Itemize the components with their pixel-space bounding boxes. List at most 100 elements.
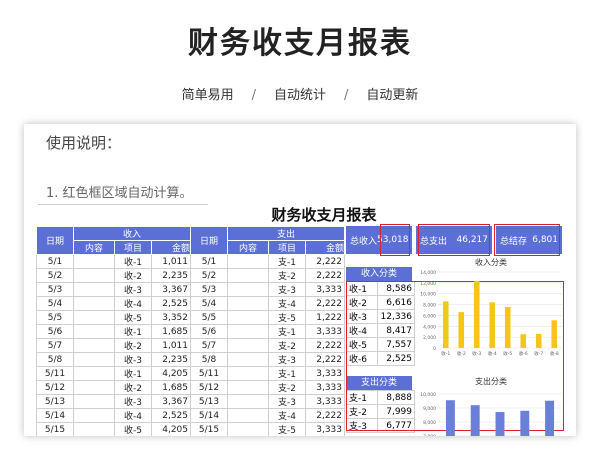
row-item-cell[interactable]: 支-3 <box>268 282 306 297</box>
row-date-cell[interactable]: 5/14 <box>36 408 74 423</box>
row-desc-cell[interactable] <box>227 408 269 423</box>
row-item-cell[interactable]: 支-2 <box>268 338 306 353</box>
row-amount-cell[interactable]: 1,685 <box>151 324 191 339</box>
row-date-cell[interactable]: 5/14 <box>190 408 228 423</box>
row-item-cell[interactable]: 收-2 <box>114 268 152 283</box>
row-desc-cell[interactable] <box>227 394 269 409</box>
row-item-cell[interactable]: 收-3 <box>114 352 152 367</box>
row-item-cell[interactable]: 支-3 <box>268 352 306 367</box>
row-desc-cell[interactable] <box>73 366 115 381</box>
row-desc-cell[interactable] <box>73 310 115 325</box>
row-amount-cell[interactable]: 2,525 <box>151 296 191 311</box>
row-item-cell[interactable]: 收-5 <box>114 422 152 436</box>
row-item-cell[interactable]: 收-2 <box>114 338 152 353</box>
row-desc-cell[interactable] <box>73 338 115 353</box>
row-amount-cell[interactable]: 3,333 <box>305 422 345 436</box>
row-date-cell[interactable]: 5/11 <box>190 366 228 381</box>
row-date-cell[interactable]: 5/6 <box>36 324 74 339</box>
row-desc-cell[interactable] <box>73 268 115 283</box>
row-amount-cell[interactable]: 2,222 <box>305 268 345 283</box>
row-item-cell[interactable]: 支-1 <box>268 254 306 269</box>
row-desc-cell[interactable] <box>73 408 115 423</box>
row-date-cell[interactable]: 5/11 <box>36 366 74 381</box>
row-desc-cell[interactable] <box>227 296 269 311</box>
row-date-cell[interactable]: 5/15 <box>190 422 228 436</box>
row-date-cell[interactable]: 5/3 <box>190 282 228 297</box>
row-date-cell[interactable]: 5/12 <box>190 380 228 395</box>
row-desc-cell[interactable] <box>73 394 115 409</box>
row-date-cell[interactable]: 5/2 <box>190 268 228 283</box>
row-date-cell[interactable]: 5/7 <box>36 338 74 353</box>
row-item-cell[interactable]: 支-5 <box>268 310 306 325</box>
row-desc-cell[interactable] <box>73 324 115 339</box>
row-desc-cell[interactable] <box>227 268 269 283</box>
row-date-cell[interactable]: 5/4 <box>190 296 228 311</box>
row-amount-cell[interactable]: 2,222 <box>305 254 345 269</box>
row-date-cell[interactable]: 5/8 <box>36 352 74 367</box>
row-amount-cell[interactable]: 1,685 <box>151 380 191 395</box>
row-desc-cell[interactable] <box>73 296 115 311</box>
row-item-cell[interactable]: 支-1 <box>268 366 306 381</box>
row-amount-cell[interactable]: 3,367 <box>151 394 191 409</box>
row-date-cell[interactable]: 5/7 <box>190 338 228 353</box>
row-desc-cell[interactable] <box>73 254 115 269</box>
row-desc-cell[interactable] <box>73 380 115 395</box>
row-date-cell[interactable]: 5/6 <box>190 324 228 339</box>
row-amount-cell[interactable]: 4,205 <box>151 422 191 436</box>
row-item-cell[interactable]: 收-1 <box>114 366 152 381</box>
row-item-cell[interactable]: 支-2 <box>268 380 306 395</box>
row-desc-cell[interactable] <box>227 324 269 339</box>
row-date-cell[interactable]: 5/4 <box>36 296 74 311</box>
row-date-cell[interactable]: 5/15 <box>36 422 74 436</box>
row-desc-cell[interactable] <box>227 422 269 436</box>
row-amount-cell[interactable]: 1,011 <box>151 254 191 269</box>
row-date-cell[interactable]: 5/1 <box>36 254 74 269</box>
row-desc-cell[interactable] <box>73 352 115 367</box>
row-amount-cell[interactable]: 4,205 <box>151 366 191 381</box>
row-item-cell[interactable]: 支-1 <box>268 324 306 339</box>
row-date-cell[interactable]: 5/13 <box>36 394 74 409</box>
row-item-cell[interactable]: 支-2 <box>268 268 306 283</box>
row-date-cell[interactable]: 5/13 <box>190 394 228 409</box>
row-amount-cell[interactable]: 3,333 <box>305 282 345 297</box>
row-item-cell[interactable]: 收-3 <box>114 394 152 409</box>
row-date-cell[interactable]: 5/5 <box>190 310 228 325</box>
row-desc-cell[interactable] <box>227 282 269 297</box>
row-date-cell[interactable]: 5/5 <box>36 310 74 325</box>
row-amount-cell[interactable]: 3,333 <box>305 394 345 409</box>
row-date-cell[interactable]: 5/1 <box>190 254 228 269</box>
row-desc-cell[interactable] <box>227 352 269 367</box>
row-item-cell[interactable]: 收-4 <box>114 296 152 311</box>
row-amount-cell[interactable]: 1,011 <box>151 338 191 353</box>
row-desc-cell[interactable] <box>227 380 269 395</box>
row-amount-cell[interactable]: 3,333 <box>305 324 345 339</box>
row-date-cell[interactable]: 5/12 <box>36 380 74 395</box>
row-amount-cell[interactable]: 2,222 <box>305 338 345 353</box>
row-amount-cell[interactable]: 3,352 <box>151 310 191 325</box>
row-item-cell[interactable]: 收-4 <box>114 408 152 423</box>
row-amount-cell[interactable]: 2,222 <box>305 352 345 367</box>
row-item-cell[interactable]: 收-1 <box>114 324 152 339</box>
row-desc-cell[interactable] <box>227 310 269 325</box>
row-desc-cell[interactable] <box>73 282 115 297</box>
row-item-cell[interactable]: 收-3 <box>114 282 152 297</box>
row-desc-cell[interactable] <box>73 422 115 436</box>
row-item-cell[interactable]: 收-1 <box>114 254 152 269</box>
row-date-cell[interactable]: 5/8 <box>190 352 228 367</box>
row-date-cell[interactable]: 5/3 <box>36 282 74 297</box>
row-item-cell[interactable]: 支-5 <box>268 422 306 436</box>
row-item-cell[interactable]: 收-5 <box>114 310 152 325</box>
row-item-cell[interactable]: 支-3 <box>268 394 306 409</box>
row-desc-cell[interactable] <box>227 366 269 381</box>
row-amount-cell[interactable]: 1,222 <box>305 310 345 325</box>
row-item-cell[interactable]: 支-4 <box>268 408 306 423</box>
row-amount-cell[interactable]: 2,525 <box>151 408 191 423</box>
row-date-cell[interactable]: 5/2 <box>36 268 74 283</box>
row-amount-cell[interactable]: 3,333 <box>305 380 345 395</box>
row-item-cell[interactable]: 收-2 <box>114 380 152 395</box>
row-amount-cell[interactable]: 3,333 <box>305 366 345 381</box>
row-item-cell[interactable]: 支-4 <box>268 296 306 311</box>
row-desc-cell[interactable] <box>227 254 269 269</box>
row-amount-cell[interactable]: 2,235 <box>151 268 191 283</box>
row-desc-cell[interactable] <box>227 338 269 353</box>
